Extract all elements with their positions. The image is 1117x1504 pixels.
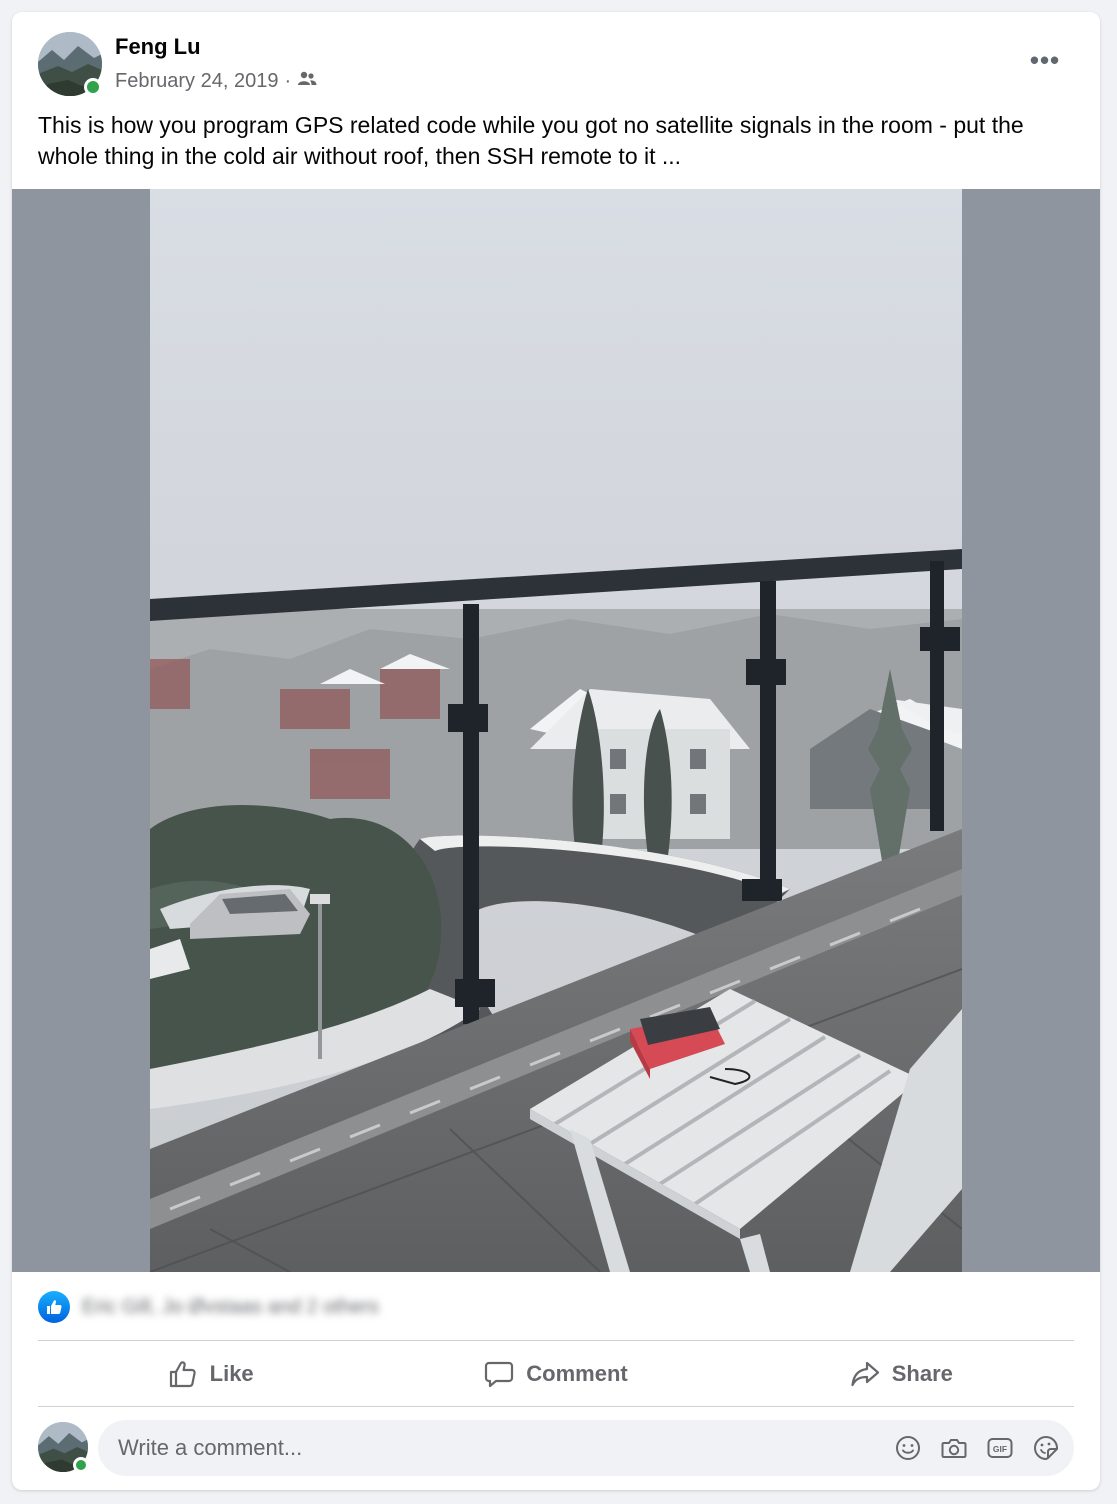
like-reaction-icon bbox=[38, 1291, 70, 1323]
reactors-summary[interactable]: Eric Gill, Jo Øvstaas and 2 others bbox=[82, 1296, 379, 1319]
current-user-avatar[interactable] bbox=[38, 1422, 89, 1473]
share-icon bbox=[851, 1361, 879, 1387]
post-header: Feng Lu February 24, 2019 · ••• bbox=[12, 12, 1100, 112]
gif-text: GIF bbox=[993, 1444, 1007, 1454]
comment-row: GIF bbox=[12, 1418, 1100, 1478]
online-status-icon bbox=[73, 1457, 89, 1473]
post-card: Feng Lu February 24, 2019 · ••• This is … bbox=[12, 12, 1100, 1490]
comment-icon bbox=[485, 1361, 514, 1388]
gif-icon[interactable]: GIF bbox=[986, 1434, 1014, 1462]
like-label: Like bbox=[209, 1361, 254, 1386]
comment-label: Comment bbox=[526, 1361, 628, 1386]
post-text: This is how you program GPS related code… bbox=[38, 112, 1024, 169]
post-photo[interactable] bbox=[150, 189, 962, 1272]
share-button[interactable]: Share bbox=[729, 1342, 1074, 1406]
online-status-icon bbox=[84, 78, 102, 96]
author-name[interactable]: Feng Lu bbox=[115, 34, 201, 60]
action-bar: Like Comment Share bbox=[38, 1342, 1074, 1406]
author-avatar[interactable] bbox=[38, 32, 102, 96]
camera-icon[interactable] bbox=[940, 1434, 968, 1462]
like-icon bbox=[169, 1361, 196, 1388]
emoji-icon[interactable] bbox=[894, 1434, 922, 1462]
share-label: Share bbox=[891, 1361, 953, 1386]
reactions-bar[interactable]: Eric Gill, Jo Øvstaas and 2 others bbox=[38, 1290, 738, 1324]
like-button[interactable]: Like bbox=[38, 1342, 383, 1406]
sticker-icon[interactable] bbox=[1032, 1434, 1060, 1462]
divider-bottom bbox=[38, 1406, 1074, 1407]
divider-top bbox=[38, 1340, 1074, 1341]
post-meta: February 24, 2019 · bbox=[115, 70, 317, 93]
comment-tools: GIF bbox=[894, 1434, 1060, 1462]
more-options-icon[interactable]: ••• bbox=[1020, 44, 1070, 76]
post-date[interactable]: February 24, 2019 bbox=[115, 70, 278, 93]
comment-button[interactable]: Comment bbox=[383, 1342, 728, 1406]
meta-separator: · bbox=[284, 70, 292, 92]
friends-icon[interactable] bbox=[297, 70, 317, 93]
post-media[interactable] bbox=[12, 189, 1100, 1272]
